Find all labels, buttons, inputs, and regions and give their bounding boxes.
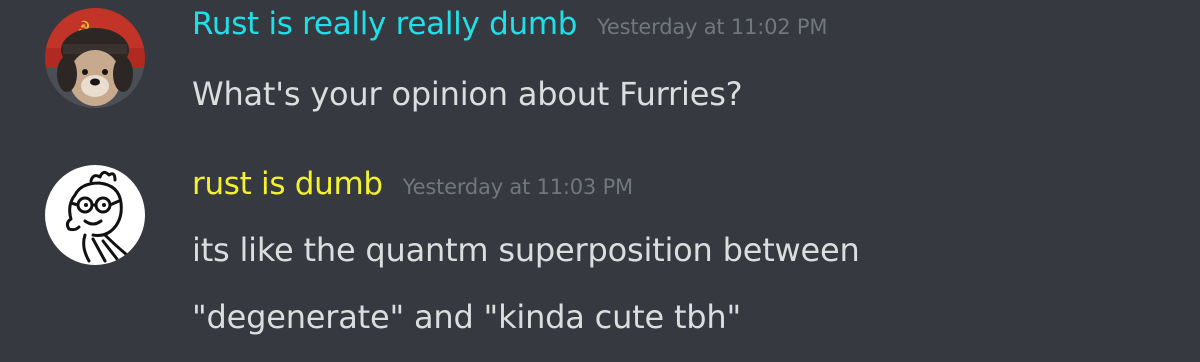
dog-in-ushanka-icon: ☭ bbox=[45, 8, 145, 108]
message-text: What's your opinion about Furries? bbox=[192, 75, 743, 113]
cartoon-sketch-icon bbox=[45, 165, 145, 265]
message-text: "degenerate" and "kinda cute tbh" bbox=[192, 298, 742, 336]
user-avatar[interactable] bbox=[45, 165, 145, 265]
timestamp[interactable]: Yesterday at 11:02 PM bbox=[597, 15, 827, 39]
message-text: its like the quantm superposition betwee… bbox=[192, 231, 860, 269]
message-item: rust is dumb Yesterday at 11:03 PM its l… bbox=[0, 155, 1200, 362]
message-item: ☭ Rust is really really dumb Yesterday a… bbox=[0, 0, 1200, 140]
message-header: Rust is really really dumb Yesterday at … bbox=[192, 6, 827, 42]
timestamp[interactable]: Yesterday at 11:03 PM bbox=[403, 175, 633, 199]
message-header: rust is dumb Yesterday at 11:03 PM bbox=[192, 166, 633, 202]
username[interactable]: Rust is really really dumb bbox=[192, 6, 577, 42]
user-avatar[interactable]: ☭ bbox=[45, 8, 145, 108]
username[interactable]: rust is dumb bbox=[192, 166, 383, 202]
